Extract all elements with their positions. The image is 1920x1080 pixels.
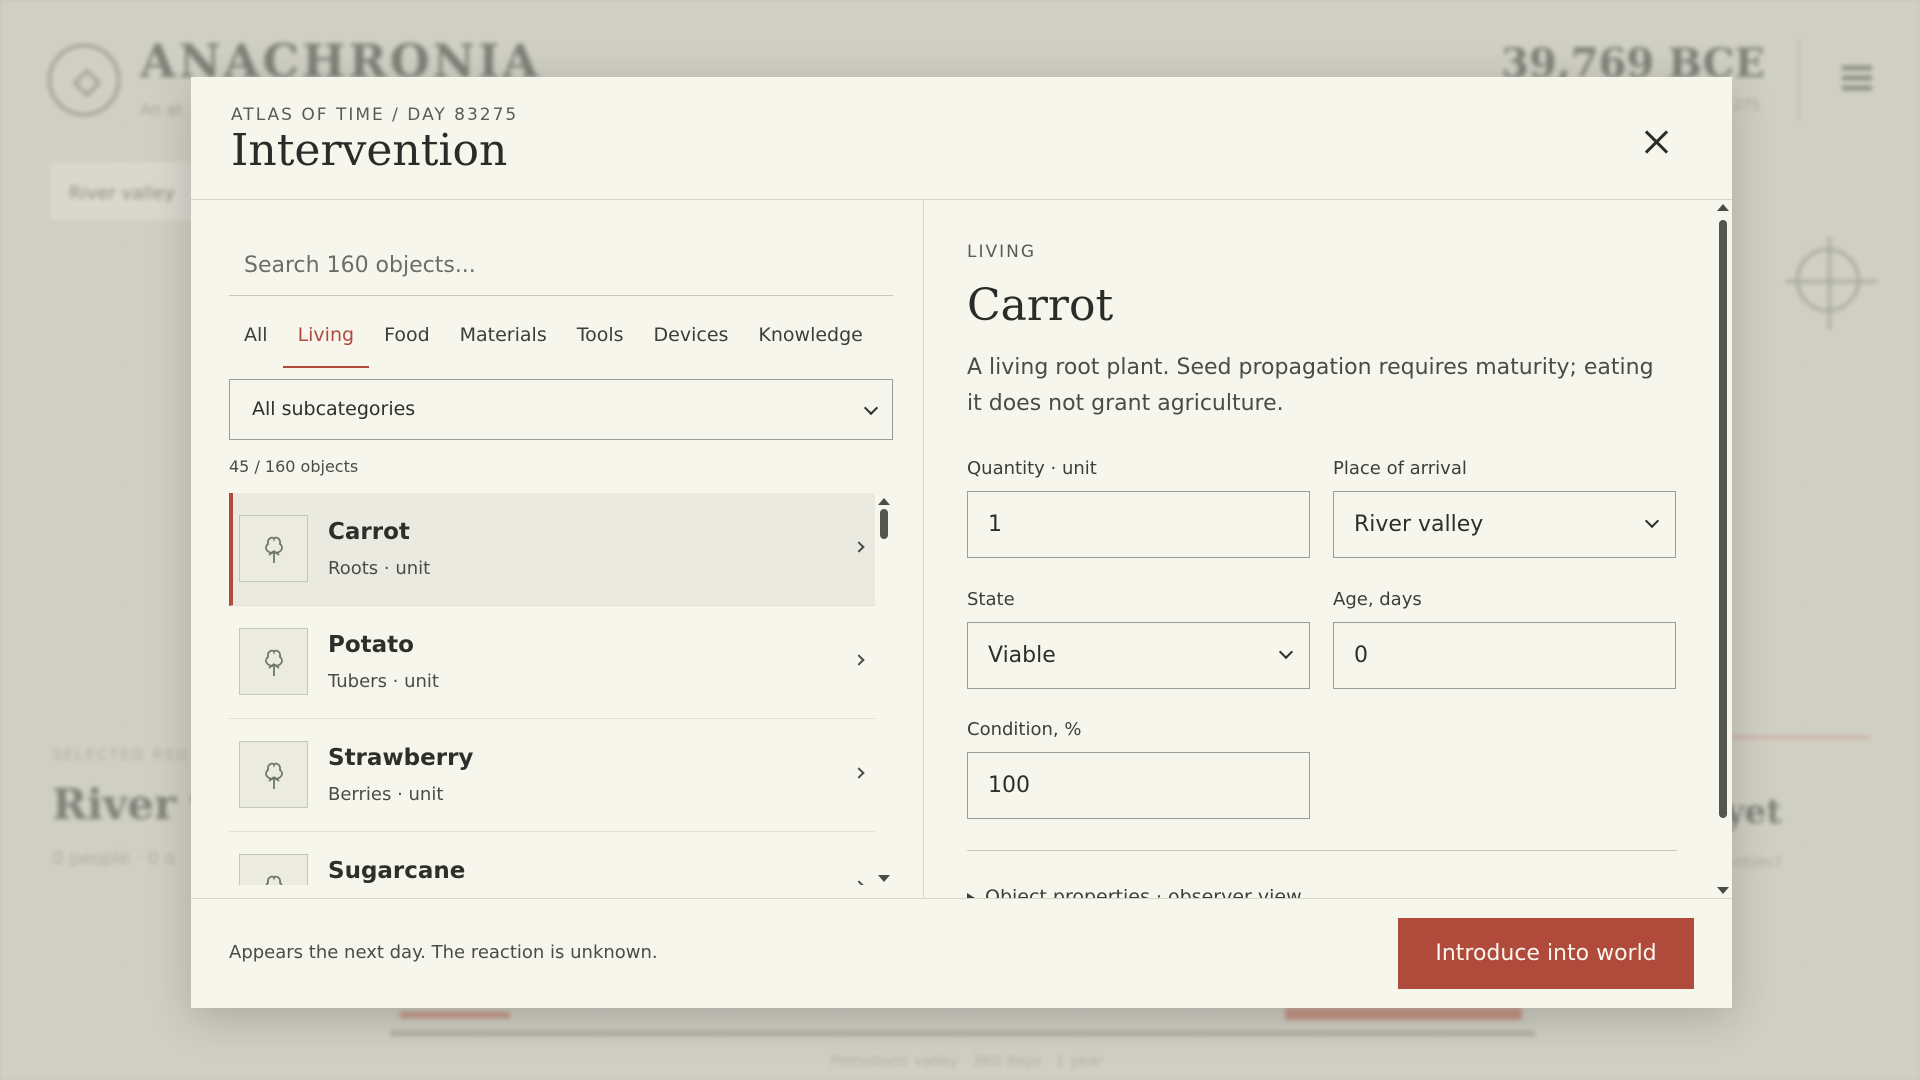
list-item-sugarcane[interactable]: Sugarcane xyxy=(229,832,875,885)
tab-knowledge[interactable]: Knowledge xyxy=(743,318,877,368)
detail-scroll-down[interactable] xyxy=(1717,887,1729,894)
subcategory-value: All subcategories xyxy=(252,398,416,420)
condition-label: Condition, % xyxy=(967,719,1082,740)
item-name: Potato xyxy=(328,632,414,658)
category-tabs: All Living Food Materials Tools Devices … xyxy=(229,318,892,368)
chevron-right-icon xyxy=(853,880,865,885)
plant-icon xyxy=(239,854,308,885)
subcategory-select[interactable]: All subcategories xyxy=(229,379,893,440)
list-item-strawberry[interactable]: Strawberry Berries · unit xyxy=(229,719,875,832)
list-scroll-up[interactable] xyxy=(878,498,890,505)
tab-all[interactable]: All xyxy=(229,318,283,368)
detail-title: Carrot xyxy=(967,280,1114,331)
chevron-down-icon xyxy=(1278,644,1294,660)
modal-header: ATLAS OF TIME / DAY 83275 Intervention xyxy=(191,77,1732,200)
list-item-carrot[interactable]: Carrot Roots · unit xyxy=(229,493,875,606)
triangle-right-icon xyxy=(967,893,975,898)
list-scrollbar[interactable] xyxy=(880,509,888,539)
state-value: Viable xyxy=(988,643,1056,668)
condition-input[interactable]: 100 xyxy=(967,752,1310,819)
list-item-potato[interactable]: Potato Tubers · unit xyxy=(229,606,875,719)
detail-description: A living root plant. Seed propagation re… xyxy=(967,355,1654,416)
modal-footer: Appears the next day. The reaction is un… xyxy=(191,899,1732,1008)
object-list[interactable]: Carrot Roots · unit Potato Tubers · unit xyxy=(229,493,893,885)
place-label: Place of arrival xyxy=(1333,458,1467,479)
close-icon[interactable] xyxy=(1642,127,1672,157)
item-subtitle: Tubers · unit xyxy=(328,671,439,692)
chevron-down-icon xyxy=(863,400,879,416)
object-detail-panel: LIVING Carrot A living root plant. Seed … xyxy=(924,200,1732,898)
modal-title: Intervention xyxy=(231,125,508,176)
footer-note: Appears the next day. The reaction is un… xyxy=(229,942,658,963)
object-properties-toggle[interactable]: Object properties · observer view xyxy=(967,886,1302,898)
state-label: State xyxy=(967,589,1015,610)
item-name: Carrot xyxy=(328,519,410,545)
plant-icon xyxy=(239,741,308,808)
detail-category: LIVING xyxy=(967,242,1037,262)
place-value: River valley xyxy=(1354,512,1484,537)
plant-icon xyxy=(239,628,308,695)
search-input[interactable] xyxy=(229,236,893,296)
chevron-right-icon xyxy=(853,541,865,553)
tab-tools[interactable]: Tools xyxy=(562,318,639,368)
tab-food[interactable]: Food xyxy=(369,318,445,368)
detail-scrollbar[interactable] xyxy=(1719,220,1727,818)
tab-materials[interactable]: Materials xyxy=(445,318,562,368)
list-scroll-down[interactable] xyxy=(878,875,890,882)
detail-scroll-up[interactable] xyxy=(1717,204,1729,211)
tab-living[interactable]: Living xyxy=(282,318,370,368)
modal-body: All Living Food Materials Tools Devices … xyxy=(191,200,1732,899)
quantity-label: Quantity · unit xyxy=(967,458,1097,479)
intervention-modal: ATLAS OF TIME / DAY 83275 Intervention A… xyxy=(191,77,1732,1008)
chevron-right-icon xyxy=(853,654,865,666)
section-divider xyxy=(967,850,1677,851)
chevron-down-icon xyxy=(1644,513,1660,529)
breadcrumb: ATLAS OF TIME / DAY 83275 xyxy=(231,105,519,125)
plant-icon xyxy=(239,515,308,582)
quantity-input[interactable]: 1 xyxy=(967,491,1310,558)
age-label: Age, days xyxy=(1333,589,1422,610)
object-count: 45 / 160 objects xyxy=(229,457,359,476)
object-properties-label: Object properties · observer view xyxy=(985,886,1302,898)
item-subtitle: Berries · unit xyxy=(328,784,444,805)
chevron-right-icon xyxy=(853,767,865,779)
item-name: Sugarcane xyxy=(328,858,466,884)
place-select[interactable]: River valley xyxy=(1333,491,1676,558)
age-input[interactable]: 0 xyxy=(1333,622,1676,689)
item-subtitle: Roots · unit xyxy=(328,558,431,579)
tab-devices[interactable]: Devices xyxy=(639,318,744,368)
item-name: Strawberry xyxy=(328,745,474,771)
state-select[interactable]: Viable xyxy=(967,622,1310,689)
introduce-into-world-button[interactable]: Introduce into world xyxy=(1398,918,1694,989)
